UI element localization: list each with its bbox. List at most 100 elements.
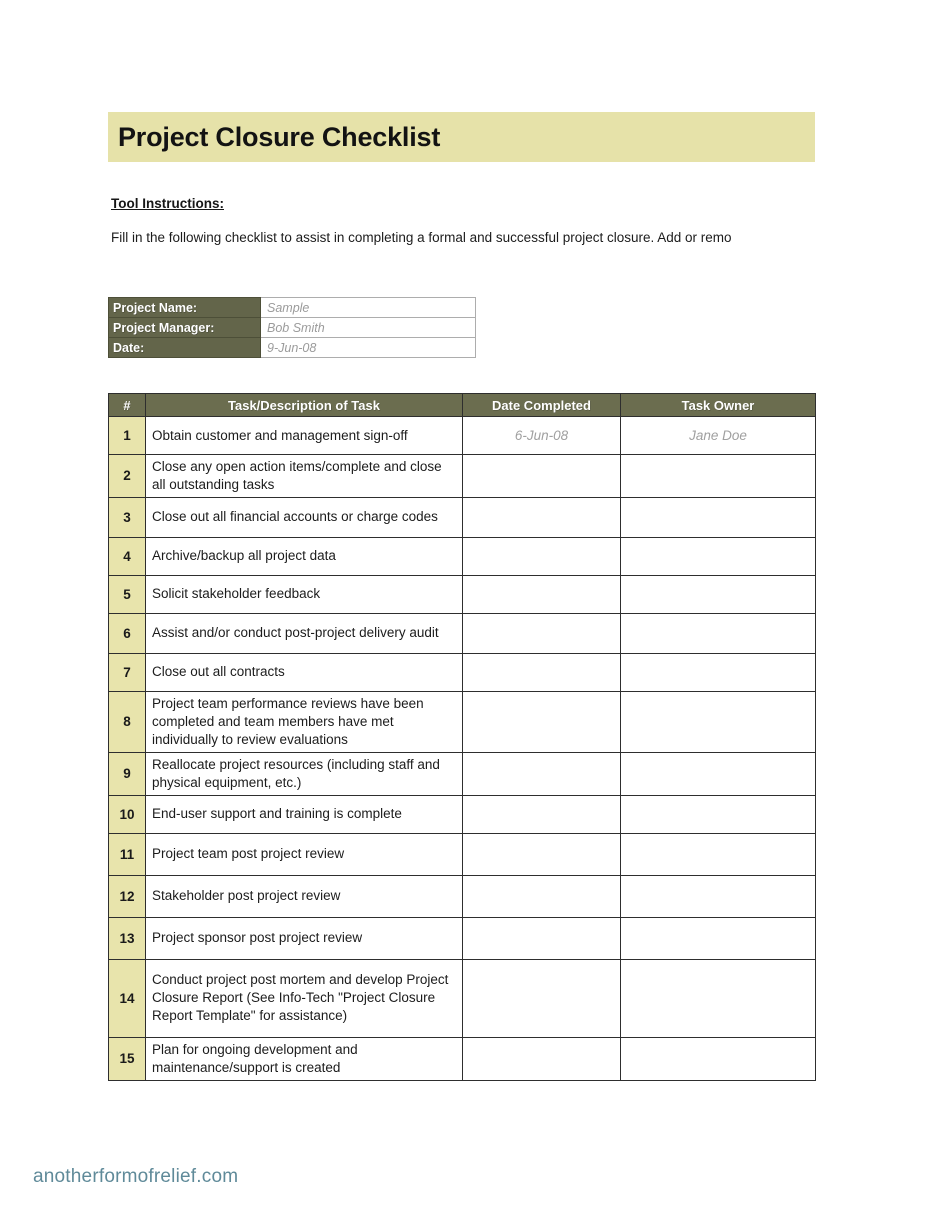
table-row: 14 Conduct project post mortem and develo… bbox=[108, 958, 816, 1038]
table-row: 12 Stakeholder post project review bbox=[108, 874, 816, 918]
task-owner-cell[interactable] bbox=[620, 874, 816, 918]
table-row: 13 Project sponsor post project review bbox=[108, 916, 816, 960]
date-completed-cell[interactable] bbox=[462, 496, 621, 538]
project-name-value[interactable]: Sample bbox=[260, 297, 476, 318]
checklist-body: 1 Obtain customer and management sign-off… bbox=[108, 416, 816, 1081]
column-header-task-owner: Task Owner bbox=[620, 393, 816, 417]
task-description: Archive/backup all project data bbox=[145, 536, 463, 576]
date-completed-cell[interactable] bbox=[462, 874, 621, 918]
task-description: Project team post project review bbox=[145, 832, 463, 876]
instructions-heading: Tool Instructions: bbox=[111, 196, 224, 211]
task-description: Assist and/or conduct post-project deliv… bbox=[145, 612, 463, 654]
table-row: 9 Reallocate project resources (including… bbox=[108, 751, 816, 796]
column-header-task: Task/Description of Task bbox=[145, 393, 463, 417]
row-number: 6 bbox=[108, 612, 146, 654]
project-info-body: Project Name: Sample Project Manager: Bo… bbox=[108, 297, 476, 358]
task-owner-cell[interactable] bbox=[620, 612, 816, 654]
task-description: Plan for ongoing development and mainten… bbox=[145, 1036, 463, 1081]
row-number: 13 bbox=[108, 916, 146, 960]
date-completed-cell[interactable] bbox=[462, 454, 621, 498]
instructions-body: Fill in the following checklist to assis… bbox=[111, 230, 732, 245]
table-row: 10 End-user support and training is compl… bbox=[108, 794, 816, 834]
checklist-table: # Task/Description of Task Date Complete… bbox=[108, 393, 816, 1081]
row-number: 10 bbox=[108, 794, 146, 834]
date-label: Date: bbox=[108, 337, 261, 358]
checklist-header: # Task/Description of Task Date Complete… bbox=[108, 393, 816, 417]
task-owner-cell[interactable] bbox=[620, 794, 816, 834]
page-title: Project Closure Checklist bbox=[118, 121, 441, 152]
table-row: Date: 9-Jun-08 bbox=[108, 337, 476, 358]
task-owner-cell[interactable] bbox=[620, 1036, 816, 1081]
date-completed-cell[interactable] bbox=[462, 916, 621, 960]
row-number: 4 bbox=[108, 536, 146, 576]
task-description: Close out all financial accounts or char… bbox=[145, 496, 463, 538]
row-number: 8 bbox=[108, 690, 146, 753]
row-number: 14 bbox=[108, 958, 146, 1038]
column-header-number: # bbox=[108, 393, 146, 417]
task-owner-cell[interactable] bbox=[620, 916, 816, 960]
document-page: Project Closure Checklist Tool Instructi… bbox=[0, 0, 943, 1220]
task-owner-cell[interactable] bbox=[620, 574, 816, 614]
date-value[interactable]: 9-Jun-08 bbox=[260, 337, 476, 358]
task-owner-cell[interactable] bbox=[620, 454, 816, 498]
row-number: 9 bbox=[108, 751, 146, 796]
row-number: 12 bbox=[108, 874, 146, 918]
task-description: Solicit stakeholder feedback bbox=[145, 574, 463, 614]
date-completed-cell[interactable] bbox=[462, 1036, 621, 1081]
project-name-label: Project Name: bbox=[108, 297, 261, 318]
row-number: 5 bbox=[108, 574, 146, 614]
table-row: 11 Project team post project review bbox=[108, 832, 816, 876]
task-owner-cell[interactable] bbox=[620, 690, 816, 753]
task-owner-cell[interactable]: Jane Doe bbox=[620, 416, 816, 455]
table-row: 1 Obtain customer and management sign-off… bbox=[108, 416, 816, 455]
row-number: 11 bbox=[108, 832, 146, 876]
task-description: Project team performance reviews have be… bbox=[145, 690, 463, 753]
date-completed-cell[interactable] bbox=[462, 536, 621, 576]
row-number: 7 bbox=[108, 652, 146, 692]
table-row: 4 Archive/backup all project data bbox=[108, 536, 816, 576]
task-description: Close out all contracts bbox=[145, 652, 463, 692]
task-description: Project sponsor post project review bbox=[145, 916, 463, 960]
title-banner: Project Closure Checklist bbox=[108, 112, 815, 162]
date-completed-cell[interactable] bbox=[462, 652, 621, 692]
date-completed-cell[interactable] bbox=[462, 690, 621, 753]
task-description: Stakeholder post project review bbox=[145, 874, 463, 918]
task-description: Obtain customer and management sign-off bbox=[145, 416, 463, 455]
table-row: Project Manager: Bob Smith bbox=[108, 317, 476, 338]
checklist-header-row: # Task/Description of Task Date Complete… bbox=[108, 393, 816, 417]
row-number: 2 bbox=[108, 454, 146, 498]
table-row: 2 Close any open action items/complete an… bbox=[108, 454, 816, 498]
project-info-table: Project Name: Sample Project Manager: Bo… bbox=[108, 297, 476, 358]
table-row: 6 Assist and/or conduct post-project deli… bbox=[108, 612, 816, 654]
table-row: 15 Plan for ongoing development and maint… bbox=[108, 1036, 816, 1081]
task-owner-cell[interactable] bbox=[620, 536, 816, 576]
task-owner-cell[interactable] bbox=[620, 496, 816, 538]
date-completed-cell[interactable] bbox=[462, 612, 621, 654]
row-number: 15 bbox=[108, 1036, 146, 1081]
table-row: Project Name: Sample bbox=[108, 297, 476, 318]
task-owner-cell[interactable] bbox=[620, 652, 816, 692]
date-completed-cell[interactable] bbox=[462, 574, 621, 614]
task-description: End-user support and training is complet… bbox=[145, 794, 463, 834]
table-row: 8 Project team performance reviews have b… bbox=[108, 690, 816, 753]
task-owner-cell[interactable] bbox=[620, 958, 816, 1038]
date-completed-cell[interactable] bbox=[462, 958, 621, 1038]
date-completed-cell[interactable]: 6-Jun-08 bbox=[462, 416, 621, 455]
task-description: Reallocate project resources (including … bbox=[145, 751, 463, 796]
table-row: 7 Close out all contracts bbox=[108, 652, 816, 692]
task-description: Conduct project post mortem and develop … bbox=[145, 958, 463, 1038]
table-row: 5 Solicit stakeholder feedback bbox=[108, 574, 816, 614]
task-owner-cell[interactable] bbox=[620, 832, 816, 876]
date-completed-cell[interactable] bbox=[462, 751, 621, 796]
task-owner-cell[interactable] bbox=[620, 751, 816, 796]
project-manager-value[interactable]: Bob Smith bbox=[260, 317, 476, 338]
table-row: 3 Close out all financial accounts or cha… bbox=[108, 496, 816, 538]
footer-watermark: anotherformofrelief.com bbox=[33, 1166, 239, 1187]
column-header-date-completed: Date Completed bbox=[462, 393, 621, 417]
row-number: 3 bbox=[108, 496, 146, 538]
row-number: 1 bbox=[108, 416, 146, 455]
date-completed-cell[interactable] bbox=[462, 794, 621, 834]
task-description: Close any open action items/complete and… bbox=[145, 454, 463, 498]
project-manager-label: Project Manager: bbox=[108, 317, 261, 338]
date-completed-cell[interactable] bbox=[462, 832, 621, 876]
